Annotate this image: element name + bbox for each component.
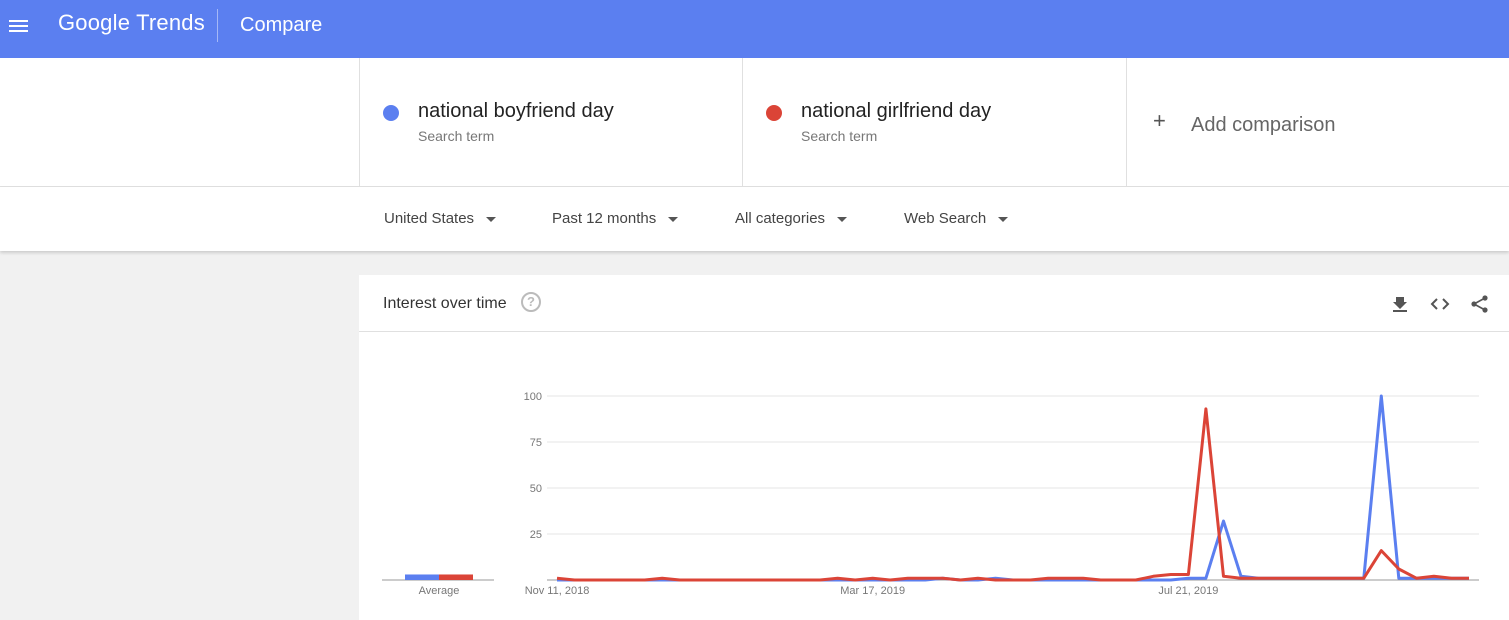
logo-google-text: Google (58, 10, 131, 35)
y-tick-label: 50 (530, 483, 542, 495)
add-comparison-label: Add comparison (1191, 114, 1336, 136)
dropdown-arrow-icon (668, 216, 679, 222)
add-comparison-button[interactable]: + Add comparison (1126, 58, 1509, 186)
x-tick-label: Jul 21, 2019 (1158, 585, 1218, 597)
y-tick-label: 75 (530, 437, 542, 449)
category-dropdown[interactable]: All categories (735, 210, 848, 227)
search-term-name[interactable]: national girlfriend day (801, 100, 991, 123)
interest-over-time-chart: 25 50 75 100 Nov 11, 2018 Mar 17, 2019 Jul 21,… (382, 391, 1479, 597)
search-term-card-1[interactable]: national boyfriend day Search term (359, 58, 743, 186)
y-tick-label: 25 (530, 529, 542, 541)
comparison-terms-bar: national boyfriend day Search term natio… (0, 58, 1509, 187)
search-term-card-2[interactable]: national girlfriend day Search term (742, 58, 1126, 186)
average-label: Average (419, 585, 460, 597)
page-title: Compare (240, 14, 323, 36)
search-term-type: Search term (801, 128, 878, 144)
series-color-dot (383, 105, 399, 121)
dropdown-arrow-icon (837, 216, 848, 222)
region-value: United States (384, 210, 475, 227)
time-range-dropdown[interactable]: Past 12 months (552, 210, 679, 227)
logo-trends-text: Trends (136, 10, 205, 35)
y-tick-label: 100 (524, 391, 542, 403)
series-line (556, 407, 1469, 582)
average-bar (405, 574, 439, 580)
region-dropdown[interactable]: United States (384, 210, 497, 227)
search-term-type: Search term (418, 128, 495, 144)
plus-icon: + (1153, 108, 1166, 133)
search-type-value: Web Search (904, 210, 987, 227)
x-tick-label: Nov 11, 2018 (525, 585, 590, 597)
search-term-name[interactable]: national boyfriend day (418, 100, 614, 123)
series-color-dot (766, 105, 782, 121)
average-bar (439, 574, 473, 580)
interest-over-time-card: Interest over time ? 25 50 75 100 Nov 11, 20… (359, 275, 1509, 620)
dropdown-arrow-icon (998, 216, 1009, 222)
app-header: Google Trends Compare (0, 0, 1509, 58)
dropdown-arrow-icon (486, 216, 497, 222)
time-range-value: Past 12 months (552, 210, 657, 227)
filter-bar: United States Past 12 months All categor… (0, 187, 1509, 251)
x-tick-label: Mar 17, 2019 (840, 585, 905, 597)
google-trends-logo[interactable]: Google Trends (58, 10, 205, 36)
search-type-dropdown[interactable]: Web Search (904, 210, 1009, 227)
header-divider (217, 9, 218, 42)
category-value: All categories (735, 210, 826, 227)
menu-icon[interactable] (9, 17, 29, 35)
